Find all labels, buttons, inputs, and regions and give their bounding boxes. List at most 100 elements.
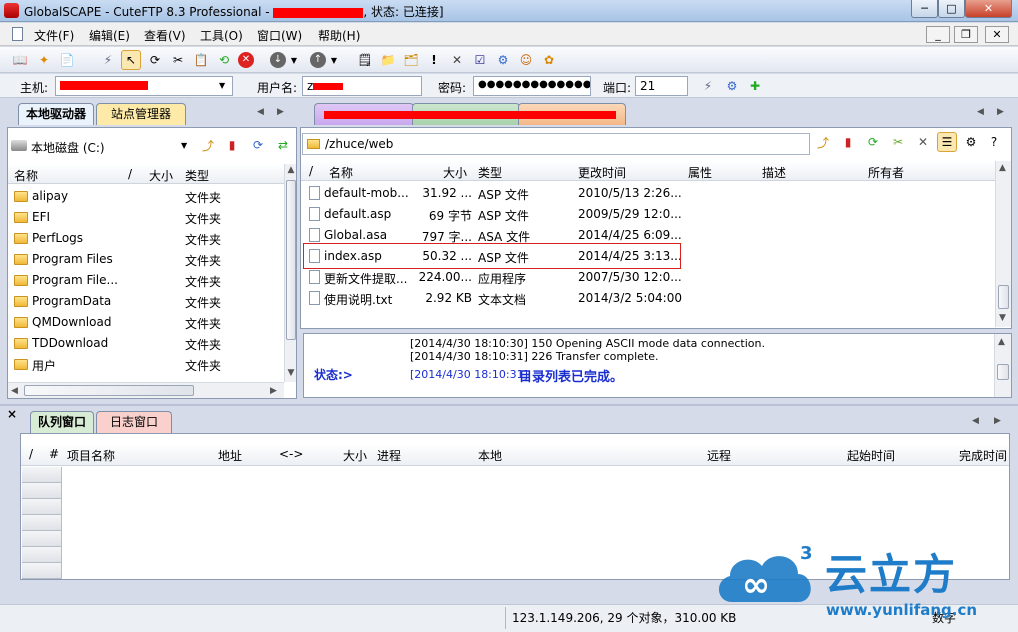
remote-help-icon[interactable]: ?: [984, 132, 1004, 152]
minimize-button[interactable]: ─: [911, 0, 938, 18]
local-refresh-icon[interactable]: ⟳: [248, 135, 268, 155]
drive-dropdown-icon[interactable]: ▼: [181, 141, 187, 150]
tab-log-window[interactable]: 日志窗口: [96, 411, 172, 433]
remote-filter-icon[interactable]: ✂: [888, 132, 908, 152]
remote-parent-folder-icon[interactable]: ⤴: [813, 132, 833, 152]
folder-icon[interactable]: 📁: [378, 50, 398, 70]
local-hscrollbar[interactable]: ◀ ▶: [8, 382, 284, 398]
list-item[interactable]: TDDownload 文件夹: [8, 333, 284, 354]
remote-refresh-icon[interactable]: ⟳: [863, 132, 883, 152]
col-attributes[interactable]: 属性: [688, 164, 712, 181]
log-vscrollbar[interactable]: ▲: [994, 334, 1011, 397]
host-input[interactable]: [55, 76, 233, 96]
menu-edit[interactable]: 编辑(E): [89, 27, 130, 44]
delete-icon[interactable]: ✕: [447, 50, 467, 70]
col-type[interactable]: 类型: [478, 164, 502, 181]
col-sort[interactable]: /: [309, 164, 313, 178]
col-name[interactable]: 名称: [329, 164, 353, 181]
stop-icon[interactable]: ✕: [236, 50, 256, 70]
col-local[interactable]: 本地: [478, 447, 502, 464]
log-scroll-thumb[interactable]: [997, 364, 1009, 380]
file-row[interactable]: default.asp 69 字节 ASP 文件 2009/5/29 12:0...: [301, 204, 995, 225]
mdi-minimize-button[interactable]: _: [926, 26, 950, 43]
remote-path-field[interactable]: /zhuce/web: [302, 133, 810, 155]
list-item[interactable]: PerfLogs 文件夹: [8, 228, 284, 249]
log-scroll-up-icon[interactable]: ▲: [998, 337, 1005, 347]
menu-help[interactable]: 帮助(H): [318, 27, 360, 44]
download-dropdown-icon[interactable]: ▼: [288, 50, 300, 70]
tab-site-manager[interactable]: 站点管理器: [96, 103, 186, 125]
menu-view[interactable]: 查看(V): [144, 27, 186, 44]
list-item[interactable]: alipay 文件夹: [8, 186, 284, 207]
tab-scroll-left-icon[interactable]: ◀: [257, 107, 264, 117]
host-dropdown-icon[interactable]: ▼: [219, 81, 225, 90]
col-remote[interactable]: 远程: [707, 447, 731, 464]
col-modified[interactable]: 更改时间: [578, 164, 626, 181]
list-item[interactable]: Program Files 文件夹: [8, 249, 284, 270]
properties-icon[interactable]: 🗒: [355, 50, 375, 70]
queue-close-icon[interactable]: ×: [7, 407, 17, 421]
support-icon[interactable]: ☺: [516, 50, 536, 70]
col-size[interactable]: 大小: [149, 167, 173, 184]
menu-tools[interactable]: 工具(O): [200, 27, 243, 44]
quick-connect-icon[interactable]: ⚡: [698, 76, 718, 96]
title-bar[interactable]: GlobalSCAPE - CuteFTP 8.3 Professional -…: [0, 0, 1018, 22]
connection-settings-icon[interactable]: ⚙: [722, 76, 742, 96]
settings-icon[interactable]: ⚙: [493, 50, 513, 70]
col-name[interactable]: 名称: [14, 167, 38, 184]
queue-row-header[interactable]: [22, 483, 61, 499]
file-row[interactable]: default-mob... 31.92 ... ASP 文件 2010/5/13 2…: [301, 183, 995, 204]
bookmark-icon[interactable]: ▮: [222, 135, 242, 155]
open-site-icon[interactable]: 📖: [10, 50, 30, 70]
scroll-left-icon[interactable]: ◀: [11, 386, 18, 396]
list-item[interactable]: ProgramData 文件夹: [8, 291, 284, 312]
remote-scroll-thumb[interactable]: [998, 285, 1009, 309]
upload-icon[interactable]: ↑: [308, 50, 328, 70]
remote-bookmark-icon[interactable]: ▮: [838, 132, 858, 152]
queue-scroll-right-icon[interactable]: ▶: [994, 416, 1001, 426]
exclamation-icon[interactable]: !: [424, 50, 444, 70]
right-tab-scroll-left-icon[interactable]: ◀: [977, 107, 984, 117]
wand-icon[interactable]: ✦: [34, 50, 54, 70]
download-icon[interactable]: ↓: [268, 50, 288, 70]
right-tab-scroll-right-icon[interactable]: ▶: [997, 107, 1004, 117]
col-direction[interactable]: <->: [279, 447, 303, 461]
add-to-site-manager-icon[interactable]: ✚: [745, 76, 765, 96]
drive-selector[interactable]: 本地磁盘 (C:) ▼: [9, 136, 194, 156]
queue-row-header[interactable]: [22, 499, 61, 515]
upload-dropdown-icon[interactable]: ▼: [328, 50, 340, 70]
hscroll-thumb[interactable]: [24, 385, 194, 396]
user-input[interactable]: z: [302, 76, 422, 96]
clipboard-icon[interactable]: 📋: [191, 50, 211, 70]
tab-local-drives[interactable]: 本地驱动器: [18, 103, 94, 125]
refresh-icon[interactable]: ⟲: [214, 50, 234, 70]
disconnect-icon[interactable]: ✂: [168, 50, 188, 70]
scroll-down-icon[interactable]: ▼: [286, 368, 296, 378]
close-button[interactable]: ✕: [965, 0, 1012, 18]
password-input[interactable]: ●●●●●●●●●●●●●●: [473, 76, 591, 96]
connect-icon[interactable]: ⚡: [98, 50, 118, 70]
col-description[interactable]: 描述: [762, 164, 786, 181]
new-icon[interactable]: 📄: [57, 50, 77, 70]
parent-folder-icon[interactable]: ⤴: [198, 135, 218, 155]
col-start-time[interactable]: 起始时间: [847, 447, 895, 464]
file-row[interactable]: index.asp 50.32 ... ASP 文件 2014/4/25 3:13..…: [301, 243, 995, 269]
select-icon[interactable]: ↖: [121, 50, 141, 70]
maximize-button[interactable]: □: [938, 0, 965, 18]
col-type[interactable]: 类型: [185, 167, 209, 184]
col-progress[interactable]: 进程: [377, 447, 401, 464]
remote-delete-icon[interactable]: ✕: [913, 132, 933, 152]
remote-scroll-down-icon[interactable]: ▼: [999, 313, 1006, 323]
col-number[interactable]: #: [49, 447, 59, 461]
col-size[interactable]: 大小: [443, 164, 467, 181]
queue-row-header[interactable]: [22, 467, 61, 483]
globalscape-icon[interactable]: ✿: [539, 50, 559, 70]
queue-row-header[interactable]: [22, 531, 61, 547]
new-folder-icon[interactable]: 🗂: [401, 50, 421, 70]
scroll-right-icon[interactable]: ▶: [270, 386, 277, 396]
remote-vscrollbar[interactable]: ▲ ▼: [995, 161, 1011, 327]
queue-row-header[interactable]: [22, 563, 61, 579]
mdi-close-button[interactable]: ✕: [985, 26, 1009, 43]
queue-row-header[interactable]: [22, 515, 61, 531]
col-item-name[interactable]: 项目名称: [67, 447, 115, 464]
